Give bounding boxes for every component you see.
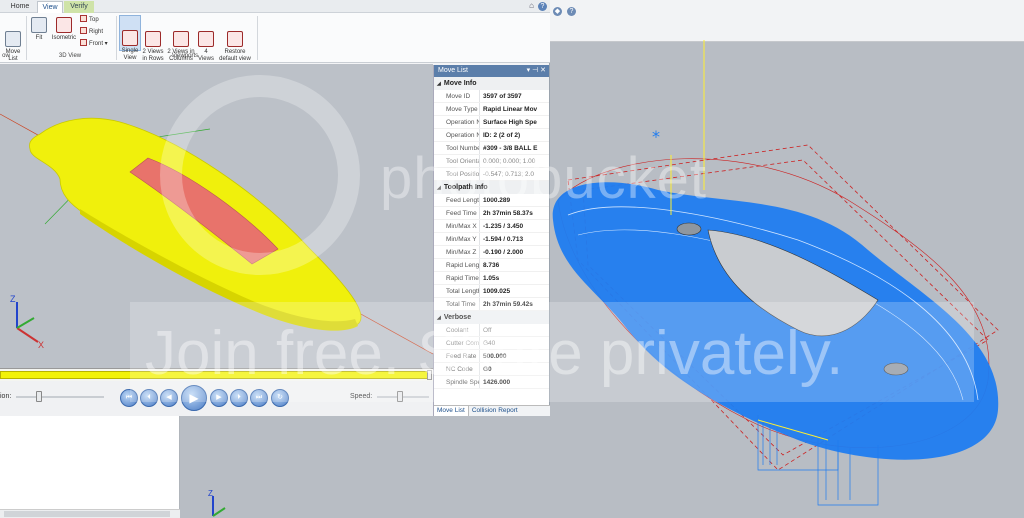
move-list-title-bar: Move List ▾ ⊣ ✕ bbox=[434, 65, 549, 77]
svg-text:Z: Z bbox=[208, 489, 213, 498]
property-name: Rapid Time bbox=[434, 272, 480, 284]
property-value: -1.235 / 3.450 bbox=[483, 223, 524, 230]
ribbon-panel: Move List Fit Isometric Top Right Front … bbox=[0, 13, 550, 63]
right-viewport[interactable]: ◆ ? * bbox=[548, 0, 1024, 518]
fit-label: Fit bbox=[35, 35, 43, 41]
group-label-viewports: Viewports bbox=[171, 53, 199, 59]
single-view-label: Single View bbox=[121, 48, 139, 61]
move-list-row[interactable]: Min/Max X -1.235 / 3.450 bbox=[434, 220, 549, 233]
single-view-icon bbox=[122, 30, 138, 46]
right-view-icon bbox=[80, 27, 87, 34]
property-value: 1009.025 bbox=[483, 288, 511, 295]
move-list-row[interactable]: Min/Max Z -0.190 / 2.000 bbox=[434, 246, 549, 259]
property-value: Surface High Spe bbox=[483, 119, 537, 126]
tab-view[interactable]: View bbox=[37, 1, 63, 13]
two-views-columns-button[interactable]: 2 Views in Columns bbox=[166, 17, 196, 70]
two-views-columns-icon bbox=[173, 31, 189, 47]
property-name: Min/Max Z bbox=[434, 246, 480, 258]
property-name: Min/Max Y bbox=[434, 233, 480, 245]
single-view-button[interactable]: Single View bbox=[119, 15, 141, 61]
move-list-row[interactable]: Total Length 1009.025 bbox=[434, 285, 549, 298]
property-name: Move ID bbox=[434, 90, 480, 102]
move-list-row[interactable]: Operation NuID: 2 (2 of 2) bbox=[434, 129, 549, 142]
right-label: Right bbox=[89, 29, 104, 35]
tab-home[interactable]: Home bbox=[4, 1, 36, 13]
move-list-title: Move List bbox=[438, 67, 468, 74]
two-views-rows-button[interactable]: 2 Views in Rows bbox=[142, 17, 164, 70]
top-view-button[interactable]: Top bbox=[80, 15, 99, 25]
move-list-row[interactable]: Operation NarSurface High Spe bbox=[434, 116, 549, 129]
property-value: 1.05s bbox=[483, 275, 500, 282]
four-views-icon bbox=[198, 31, 214, 47]
svg-text:X: X bbox=[38, 340, 44, 350]
top-label: Top bbox=[89, 17, 99, 23]
property-value: Rapid Linear Mov bbox=[483, 106, 538, 113]
section-label: Move Info bbox=[443, 80, 477, 87]
restore-default-view-button[interactable]: Restore default view bbox=[217, 17, 253, 70]
ribbon-tab-bar: Home View Verify ⌂ ? bbox=[0, 0, 550, 13]
fit-icon bbox=[31, 17, 47, 33]
property-name: Min/Max X bbox=[434, 220, 480, 232]
help-icon[interactable]: ? bbox=[538, 2, 547, 11]
property-value: -0.190 / 2.000 bbox=[483, 249, 524, 256]
minimize-ribbon-icon[interactable]: ⌂ bbox=[529, 1, 534, 10]
two-views-rows-icon bbox=[145, 31, 161, 47]
right-view-button[interactable]: Right bbox=[80, 27, 103, 37]
position-slider-knob[interactable] bbox=[36, 391, 42, 402]
property-value: 8.736 bbox=[483, 262, 500, 269]
bottom-left-pane bbox=[0, 416, 180, 518]
move-list-section-header[interactable]: ◢ Move Info bbox=[434, 77, 549, 90]
group-label-left: ow bbox=[2, 53, 10, 59]
move-list-icon bbox=[5, 31, 21, 47]
property-value: ID: 2 (2 of 2) bbox=[483, 132, 521, 139]
divider bbox=[116, 16, 117, 60]
move-list-row[interactable]: Min/Max Y -1.594 / 0.713 bbox=[434, 233, 549, 246]
property-name: Operation Nar bbox=[434, 116, 480, 128]
property-name: Move Type bbox=[434, 103, 480, 115]
scrollbar-thumb[interactable] bbox=[4, 511, 170, 517]
svg-text:Z: Z bbox=[10, 294, 16, 304]
restore-view-icon bbox=[227, 31, 243, 47]
isometric-icon bbox=[56, 17, 72, 33]
watermark-brand: photobucket bbox=[380, 146, 708, 211]
four-views-button[interactable]: 4 Views bbox=[197, 17, 215, 70]
property-name: Operation Nu bbox=[434, 129, 480, 141]
property-name: Rapid Length bbox=[434, 259, 480, 271]
tab-move-list[interactable]: Move List bbox=[434, 406, 469, 416]
move-list-row[interactable]: Rapid Time 1.05s bbox=[434, 272, 549, 285]
tab-collision-report[interactable]: Collision Report bbox=[469, 406, 521, 416]
lower-axis-triad: Z bbox=[208, 489, 226, 517]
svg-text:*: * bbox=[652, 127, 660, 146]
watermark-logo bbox=[160, 75, 360, 275]
property-value: 3597 of 3597 bbox=[483, 93, 522, 100]
divider bbox=[26, 16, 27, 60]
hole-top bbox=[676, 222, 702, 236]
move-list-row[interactable]: Move Type Rapid Linear Mov bbox=[434, 103, 549, 116]
watermark-tagline: Join free. Share privately. bbox=[145, 319, 844, 388]
top-view-icon bbox=[80, 15, 87, 22]
toolpath-render: * bbox=[552, 40, 999, 506]
position-label: ion: bbox=[0, 393, 12, 400]
property-value: -1.594 / 0.713 bbox=[483, 236, 524, 243]
group-label-3d-view: 3D View bbox=[58, 53, 82, 59]
isometric-button[interactable]: Isometric bbox=[50, 17, 78, 42]
tab-verify[interactable]: Verify bbox=[64, 1, 94, 13]
move-list-button[interactable]: Move List bbox=[2, 17, 24, 70]
horizontal-scrollbar[interactable] bbox=[0, 509, 180, 518]
property-name: Total Length bbox=[434, 285, 480, 297]
position-slider[interactable] bbox=[16, 396, 104, 398]
isometric-label: Isometric bbox=[51, 35, 77, 41]
divider bbox=[257, 16, 258, 60]
move-list-row[interactable]: Move ID 3597 of 3597 bbox=[434, 90, 549, 103]
front-view-icon bbox=[80, 39, 87, 46]
front-view-button[interactable]: Front ▾ bbox=[80, 39, 108, 49]
axis-triad: Z X bbox=[10, 294, 44, 350]
panel-controls-icon[interactable]: ▾ ⊣ ✕ bbox=[527, 65, 546, 77]
app-window: ◆ ? * Home View Verify ⌂ ? Move List Fit… bbox=[0, 0, 1024, 518]
fit-button[interactable]: Fit bbox=[29, 17, 49, 42]
front-label: Front bbox=[89, 41, 104, 47]
move-list-row[interactable]: Rapid Length8.736 bbox=[434, 259, 549, 272]
move-list-tabs: Move List Collision Report bbox=[434, 405, 550, 416]
